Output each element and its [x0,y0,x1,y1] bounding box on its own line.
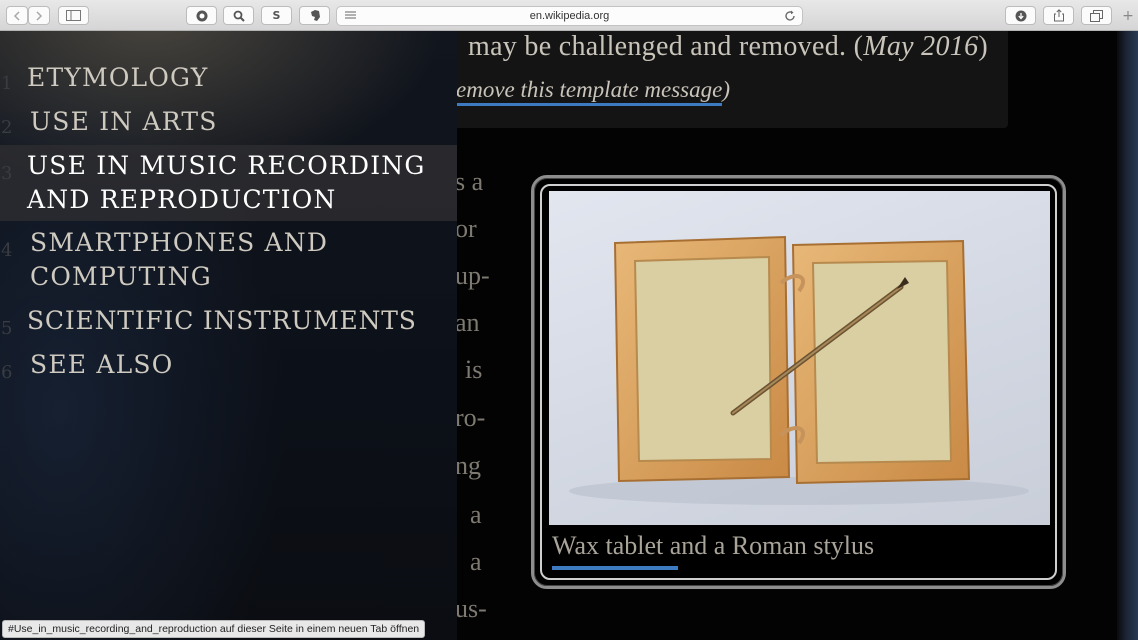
address-bar[interactable]: en.wikipedia.org [336,6,803,26]
notice-close-paren-2: ) [722,77,731,102]
reload-icon[interactable] [784,10,796,22]
toc-item-label: Scientific instruments [27,306,417,335]
download-icon [1015,10,1026,21]
article-text-fragment: ro- [455,403,486,432]
article-text-fragment: us- [455,594,487,623]
article-text-fragment: ng [455,451,481,480]
window-edge-strip [1117,31,1138,640]
notice-line-2: emove this template message) [456,77,731,106]
toc-item-number: 6 [1,362,13,383]
caption-link-underline [552,566,678,570]
wax-tablet-image[interactable] [549,191,1050,525]
article-text-fragment: up- [455,261,490,290]
toc-item-etymology[interactable]: 1 Etymology [0,61,457,97]
tabs-icon [1090,9,1103,22]
status-bar-link-preview: #Use_in_music_recording_and_reproduction… [2,620,426,638]
toc-item-smartphones[interactable]: 4 Smartphones and computing [0,226,457,298]
plus-icon: + [1122,7,1134,24]
article-text-fragment: s a [455,167,484,196]
s-extension-label: S [272,9,281,22]
toc-item-use-in-arts[interactable]: 2 Use in arts [0,105,457,141]
downloads-button[interactable] [1005,6,1036,25]
toc-item-number: 1 [1,73,13,94]
toc-item-number: 2 [1,117,13,138]
wax-tablet-illustration [569,235,1029,505]
back-button[interactable] [6,6,28,25]
image-figure: Wax tablet and a Roman stylus [531,175,1066,589]
toc-item-label: See also [30,350,174,379]
share-icon [1053,9,1064,22]
article-text-fragment: or [455,214,477,243]
notice-text: may be challenged and removed. ( [468,31,864,62]
chevron-left-icon [13,10,20,21]
notice-line-1: may be challenged and removed. (May 2016… [468,31,988,63]
toc-item-label: Use in arts [30,107,218,136]
remove-template-link[interactable]: emove this template message [456,77,723,106]
url-text: en.wikipedia.org [529,10,610,22]
article-text-fragment: an [455,308,480,337]
tabs-overview-button[interactable] [1081,6,1112,25]
toc-item-label: Etymology [27,63,209,92]
toc-item-see-also[interactable]: 6 See also [0,348,457,384]
toc-item-number: 5 [1,318,13,339]
extension-button-1[interactable] [186,6,217,25]
toc-item-scientific-instruments[interactable]: 5 Scientific instruments [0,304,457,340]
notice-date: May 2016 [863,31,979,62]
sidebar-button[interactable] [58,6,89,25]
article-text-fragment: is [465,355,483,384]
sidebar-icon [66,10,81,21]
toc-item-label: Smartphones and computing [30,228,329,291]
article-page: may be challenged and removed. (May 2016… [0,31,1117,640]
notice-close-paren: ) [978,31,988,62]
s-extension-button[interactable]: S [261,6,292,25]
toc-item-music-recording[interactable]: 3 Use in music recording and reproductio… [0,145,457,221]
toc-item-label: Use in music recording and reproduction [27,151,426,214]
shield-icon [196,10,207,21]
elephant-icon [310,10,320,21]
toc-item-number: 3 [1,163,13,184]
search-extension-button[interactable] [223,6,254,25]
share-button[interactable] [1043,6,1074,25]
forward-button[interactable] [28,6,50,25]
evernote-button[interactable] [299,6,330,25]
new-tab-button[interactable]: + [1118,0,1138,31]
search-icon [233,10,245,22]
maintenance-notice: may be challenged and removed. (May 2016… [440,31,1008,128]
article-text-fragment: a [470,547,482,576]
browser-toolbar: S en.wikipedia.org + [0,0,1138,31]
toc-item-number: 4 [1,240,13,261]
chevron-right-icon [36,10,43,21]
table-of-contents-overlay: 1 Etymology 2 Use in arts 3 Use in music… [0,31,457,640]
figure-caption[interactable]: Wax tablet and a Roman stylus [552,531,874,561]
article-text-fragment: a [470,500,482,529]
